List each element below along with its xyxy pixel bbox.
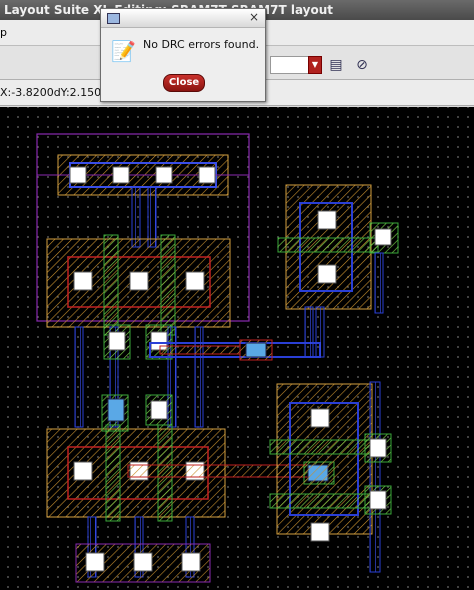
dialog-titlebar: ×: [101, 9, 265, 28]
poly-gate: [105, 424, 121, 522]
contact: [108, 331, 126, 351]
contact: [317, 264, 337, 284]
contact: [310, 522, 330, 542]
drc-markers-icon[interactable]: ⊘: [352, 55, 372, 75]
app-icon: [107, 13, 120, 24]
contact: [310, 408, 330, 428]
contact: [317, 210, 337, 230]
display-options-icon[interactable]: ▤: [326, 55, 346, 75]
metal1-column: [74, 326, 84, 428]
poly-gate-right-top: [277, 237, 379, 253]
contact: [112, 166, 130, 184]
contact: [69, 166, 87, 184]
layout-drawing: [36, 133, 399, 583]
contact: [85, 552, 105, 572]
chevron-down-icon[interactable]: ▼: [308, 56, 322, 74]
poly-route: [159, 345, 241, 355]
contact: [198, 166, 216, 184]
contact: [369, 490, 387, 510]
contact: [133, 552, 153, 572]
poly-gate-right-bottom: [269, 439, 379, 455]
contact: [73, 271, 93, 291]
contact: [181, 552, 201, 572]
contact: [185, 271, 205, 291]
metal1-column: [304, 306, 314, 358]
contact: [369, 438, 387, 458]
via: [245, 342, 267, 358]
metal1-column: [369, 381, 381, 573]
drc-result-dialog: × 📝 No DRC errors found. Close: [100, 8, 266, 102]
contact: [374, 228, 392, 246]
menu-item[interactable]: p: [0, 26, 7, 39]
poly-gate: [160, 234, 176, 336]
poly-gate-right-bottom: [269, 493, 379, 509]
info-note-icon: 📝: [111, 39, 136, 63]
contact: [155, 166, 173, 184]
dialog-message: No DRC errors found.: [143, 38, 260, 51]
close-icon[interactable]: ×: [249, 10, 259, 24]
metal1-via: [131, 186, 141, 248]
close-button[interactable]: Close: [163, 74, 205, 92]
contact: [73, 461, 93, 481]
poly-gate: [103, 234, 119, 336]
metal1-column: [374, 252, 384, 314]
metal1-column: [315, 306, 325, 358]
via: [107, 398, 125, 422]
contact: [129, 271, 149, 291]
layout-canvas[interactable]: [0, 107, 474, 590]
metal1-via: [147, 186, 157, 248]
contact: [150, 400, 168, 420]
